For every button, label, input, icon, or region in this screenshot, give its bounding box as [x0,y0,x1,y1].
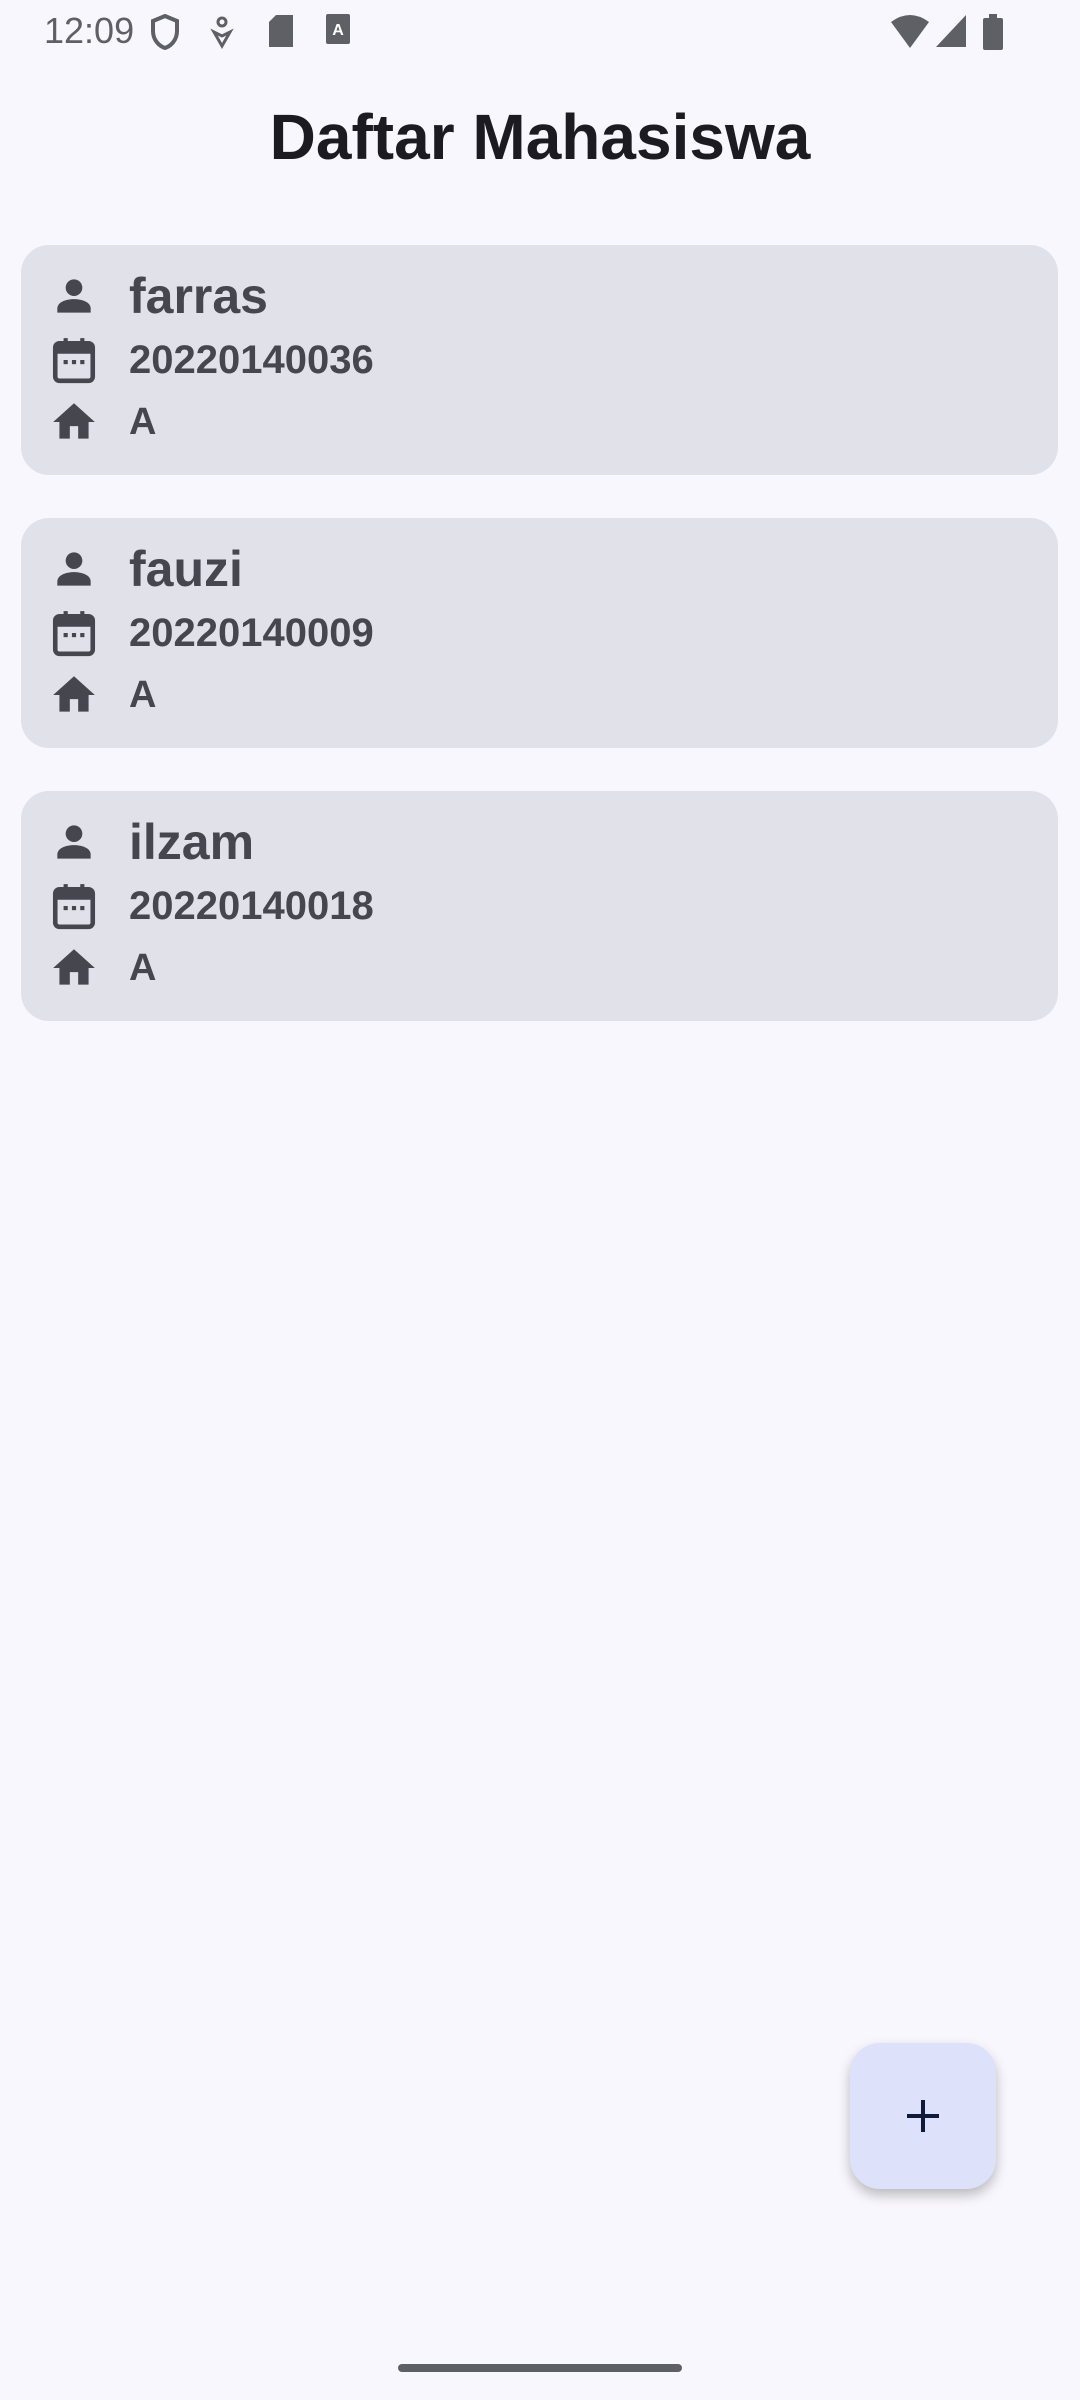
student-name: fauzi [129,541,243,597]
student-class: A [129,400,157,443]
person-icon [57,552,91,586]
student-class: A [129,946,157,989]
student-card[interactable]: fauzi 20220140009 A [21,518,1058,748]
name-row: farras [49,267,268,325]
class-row: A [49,397,156,447]
page-title: Daftar Mahasiswa [269,101,811,173]
home-icon [53,676,95,712]
nim-row: 20220140036 [49,335,374,385]
status-time: 12:09 [44,10,135,51]
student-nim: 20220140018 [129,883,374,928]
wifi-icon [891,15,929,48]
svg-text:A: A [332,22,344,39]
nim-row: 20220140009 [49,608,374,658]
accessibility-icon [210,16,234,50]
student-card[interactable]: ilzam 20220140018 A [21,791,1058,1021]
signal-icon [936,15,966,47]
person-icon [57,825,91,859]
student-name: farras [129,268,268,324]
home-icon [53,949,95,985]
sd-card-icon [269,15,293,47]
keyboard-a-icon: A [326,14,350,44]
student-class: A [129,673,157,716]
student-name: ilzam [129,814,255,870]
plus-icon [907,2100,939,2132]
student-nim: 20220140009 [129,610,374,655]
student-nim: 20220140036 [129,337,374,382]
add-student-button[interactable] [850,2043,996,2189]
student-card[interactable]: farras 20220140036 A [21,245,1058,475]
home-icon [53,403,95,439]
battery-icon [983,14,1003,50]
home-indicator[interactable] [398,2364,682,2372]
calendar-icon [52,611,96,657]
name-row: ilzam [49,813,254,871]
shield-icon [151,14,179,50]
person-icon [57,279,91,313]
class-row: A [49,670,156,720]
status-bar: 12:09 A [0,0,1080,64]
name-row: fauzi [49,540,243,598]
nim-row: 20220140018 [49,881,374,931]
calendar-icon [52,338,96,384]
calendar-icon [52,884,96,930]
class-row: A [49,943,156,993]
